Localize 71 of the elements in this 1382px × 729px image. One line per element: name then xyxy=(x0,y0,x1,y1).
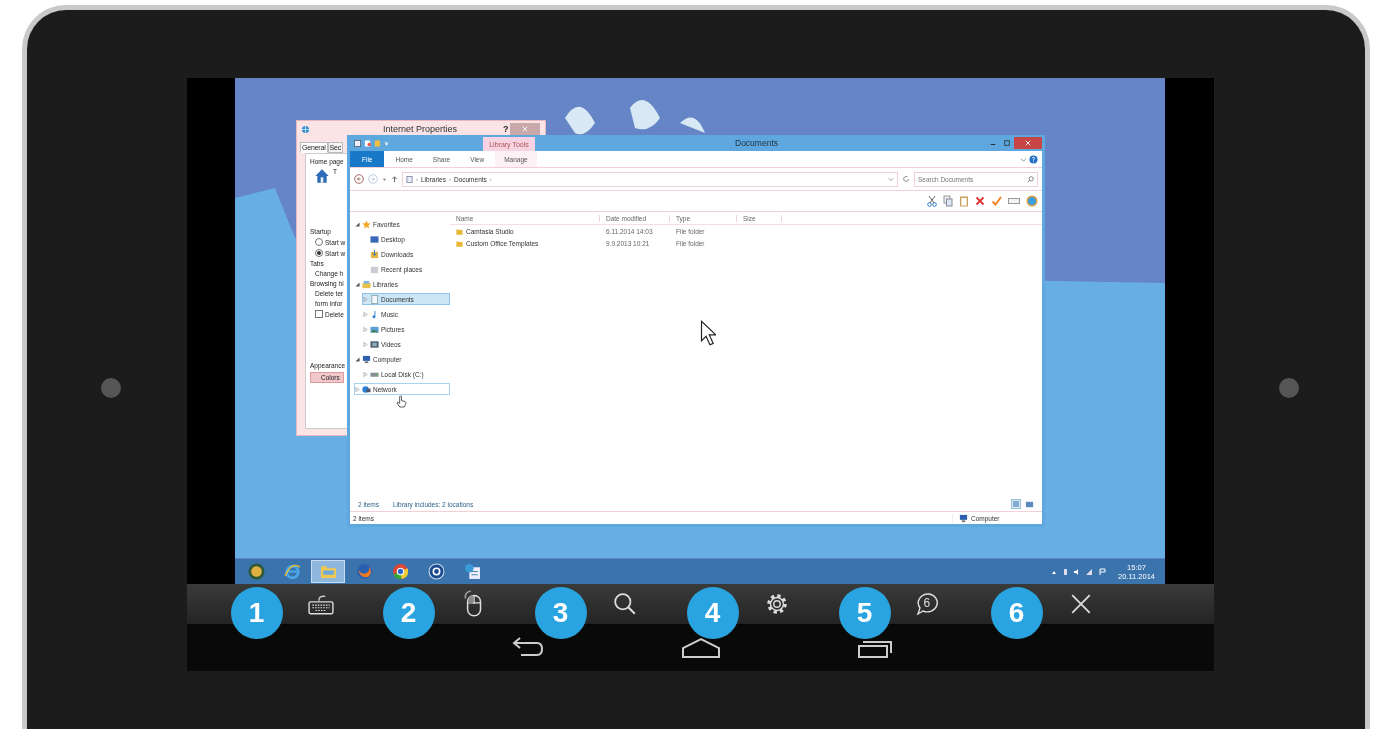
checkmark-icon[interactable] xyxy=(991,196,1002,206)
callout-number: 6 xyxy=(990,587,1043,639)
video-icon xyxy=(370,339,379,349)
collapsed-arrow-icon[interactable] xyxy=(363,371,368,377)
library-icon xyxy=(362,279,371,289)
close-icon xyxy=(1069,593,1092,615)
expanded-arrow-icon[interactable] xyxy=(355,356,360,362)
rename-icon[interactable] xyxy=(1008,196,1020,206)
checkbox[interactable] xyxy=(315,310,323,318)
callout-number: 3 xyxy=(534,587,587,639)
control-panel-icon xyxy=(463,563,481,580)
collapsed-arrow-icon[interactable] xyxy=(363,341,368,347)
hand-pointer-icon xyxy=(396,395,407,408)
search-icon xyxy=(612,592,637,616)
collapsed-arrow-icon[interactable] xyxy=(363,311,368,317)
window-title: Documents xyxy=(735,138,778,148)
refresh-icon[interactable] xyxy=(902,175,910,183)
dropdown-icon[interactable] xyxy=(384,140,389,146)
home-icon[interactable] xyxy=(681,636,721,659)
expanded-arrow-icon[interactable] xyxy=(355,221,360,227)
radio-button[interactable] xyxy=(315,249,323,257)
folder-icon xyxy=(319,563,337,580)
message-count: 6 xyxy=(923,596,931,610)
up-arrow-icon[interactable] xyxy=(391,175,398,183)
document-icon xyxy=(370,294,379,304)
collapsed-arrow-icon[interactable] xyxy=(355,386,360,392)
help-button[interactable]: ? xyxy=(503,124,509,134)
recent-icon xyxy=(370,264,379,274)
mouse-pointer-icon xyxy=(700,320,716,346)
house-icon xyxy=(314,168,330,184)
camera-dot xyxy=(101,378,121,398)
library-icon xyxy=(406,175,413,183)
desktop-icon xyxy=(370,234,379,244)
network-icon xyxy=(362,384,371,394)
globe-icon xyxy=(301,124,310,134)
computer-icon xyxy=(959,513,968,523)
search-icon xyxy=(1027,175,1034,183)
copy-icon[interactable] xyxy=(943,195,953,207)
delete-icon[interactable] xyxy=(975,196,985,206)
download-icon xyxy=(370,249,379,259)
details-view-icon[interactable] xyxy=(1011,499,1021,509)
collapsed-arrow-icon[interactable] xyxy=(363,326,368,332)
dropdown-icon[interactable] xyxy=(382,176,387,182)
star-icon xyxy=(362,219,371,229)
callout-number: 1 xyxy=(230,587,283,639)
callout-number: 2 xyxy=(382,587,435,639)
callout-number: 5 xyxy=(838,587,891,639)
close-icon xyxy=(1025,140,1031,146)
chevron-down-icon[interactable] xyxy=(1020,155,1027,163)
window-title: Internet Properties xyxy=(383,124,458,134)
scissors-icon[interactable] xyxy=(927,195,937,207)
close-icon xyxy=(522,126,528,132)
keyboard-icon xyxy=(307,593,334,615)
picture-icon xyxy=(370,324,379,334)
large-icons-view-icon[interactable] xyxy=(1025,499,1034,509)
expanded-arrow-icon[interactable] xyxy=(355,281,360,287)
properties-icon[interactable] xyxy=(354,139,361,147)
camera-dot xyxy=(1279,378,1299,398)
clipboard-icon[interactable] xyxy=(959,195,969,207)
app-icon xyxy=(427,563,445,580)
browser-e-icon xyxy=(283,563,301,580)
help-icon[interactable] xyxy=(1029,154,1038,164)
page-icon[interactable] xyxy=(364,139,371,147)
computer-icon xyxy=(362,354,371,364)
fox-globe-icon xyxy=(355,563,373,580)
start-orb-icon xyxy=(247,563,265,580)
globe-icon[interactable] xyxy=(1026,195,1038,207)
callout-number: 4 xyxy=(686,587,739,639)
maximize-icon xyxy=(1004,140,1010,146)
tricolor-circle-icon xyxy=(391,563,409,580)
chat-button[interactable]: 6 xyxy=(914,589,943,619)
